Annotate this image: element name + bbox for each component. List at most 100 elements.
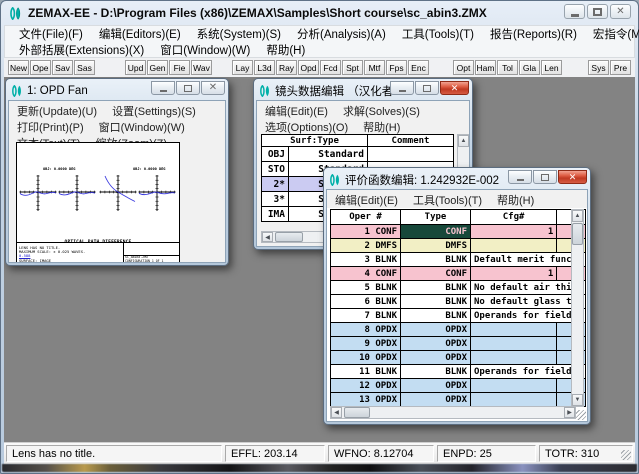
cfg-cell[interactable] xyxy=(471,239,557,253)
merit-close-button[interactable]: ✕ xyxy=(558,170,587,184)
type-cell[interactable]: CONF xyxy=(401,267,471,281)
oper-cell[interactable]: 11 BLNK xyxy=(331,365,401,379)
scroll-down-button[interactable]: ▼ xyxy=(572,394,583,406)
type-cell[interactable]: OPDX xyxy=(401,393,471,407)
merit-minimize-button[interactable] xyxy=(508,170,532,184)
menu-item-r1-2[interactable]: 系统(System)(S) xyxy=(189,26,289,42)
oper-cell[interactable]: 6 BLNK xyxy=(331,295,401,309)
oper-cell[interactable]: 7 BLNK xyxy=(331,309,401,323)
type-cell[interactable]: CONF xyxy=(401,225,471,239)
close-button[interactable]: ✕ xyxy=(610,4,631,19)
oper-cell[interactable]: 4 CONF xyxy=(331,267,401,281)
lens-minimize-button[interactable] xyxy=(390,81,414,95)
toolbar-button-l3d[interactable]: L3d xyxy=(254,60,275,75)
comment-cell[interactable]: No default glass thi xyxy=(471,295,586,309)
menu-item-r2-1[interactable]: 窗口(Window)(W) xyxy=(152,42,258,58)
resize-grip[interactable] xyxy=(621,450,631,460)
type-cell[interactable]: DMFS xyxy=(401,239,471,253)
merit-menu-item-0-1[interactable]: 工具(Tools)(T) xyxy=(413,192,482,208)
toolbar-button-fps[interactable]: Fps xyxy=(386,60,407,75)
cfg-cell[interactable] xyxy=(471,379,557,393)
opd-menu-item-0-0[interactable]: 更新(Update)(U) xyxy=(17,103,97,119)
oper-cell[interactable]: 8 OPDX xyxy=(331,323,401,337)
cfg-cell[interactable] xyxy=(471,351,557,365)
lens-close-button[interactable]: ✕ xyxy=(440,81,469,95)
cfg-cell[interactable] xyxy=(471,393,557,407)
scroll-thumb[interactable] xyxy=(275,232,303,242)
type-cell[interactable]: BLNK xyxy=(401,365,471,379)
merit-menu-item-0-0[interactable]: 编辑(Edit)(E) xyxy=(335,192,398,208)
scroll-left-button[interactable]: ◀ xyxy=(331,407,342,418)
surface-type-cell[interactable]: Standard xyxy=(289,147,368,162)
opd-menu-item-1-1[interactable]: 窗口(Window)(W) xyxy=(99,119,185,135)
menu-item-r1-0[interactable]: 文件(File)(F) xyxy=(11,26,91,42)
toolbar-button-spt[interactable]: Spt xyxy=(342,60,363,75)
surface-comment-cell[interactable] xyxy=(368,147,454,162)
cfg-cell[interactable]: 1 xyxy=(471,225,557,239)
menu-item-r1-1[interactable]: 编辑(Editors)(E) xyxy=(91,26,189,42)
lens-menu-item-1-1[interactable]: 帮助(H) xyxy=(363,119,400,135)
merit-menu-item-0-2[interactable]: 帮助(H) xyxy=(497,192,534,208)
opd-maximize-button[interactable] xyxy=(176,81,200,95)
lens-menu-item-1-0[interactable]: 选项(Options)(O) xyxy=(265,119,348,135)
cfg-cell[interactable] xyxy=(471,337,557,351)
type-cell[interactable]: OPDX xyxy=(401,337,471,351)
cfg-cell[interactable] xyxy=(471,323,557,337)
surface-label-cell[interactable]: STO xyxy=(262,162,289,177)
merit-horizontal-scrollbar[interactable]: ◀ ▶ xyxy=(330,406,576,419)
type-cell[interactable]: BLNK xyxy=(401,295,471,309)
lens-menu-item-0-1[interactable]: 求解(Solves)(S) xyxy=(343,103,420,119)
oper-cell[interactable]: 9 OPDX xyxy=(331,337,401,351)
oper-cell[interactable]: 10 OPDX xyxy=(331,351,401,365)
toolbar-button-wav[interactable]: Wav xyxy=(191,60,212,75)
scroll-thumb[interactable] xyxy=(572,223,583,245)
toolbar-button-fie[interactable]: Fie xyxy=(169,60,190,75)
opd-minimize-button[interactable] xyxy=(151,81,175,95)
maximize-button[interactable] xyxy=(587,4,608,19)
toolbar-button-ope[interactable]: Ope xyxy=(30,60,51,75)
type-cell[interactable]: BLNK xyxy=(401,253,471,267)
toolbar-button-enc[interactable]: Enc xyxy=(408,60,429,75)
opd-menu-item-1-0[interactable]: 打印(Print)(P) xyxy=(17,119,84,135)
menu-item-r2-0[interactable]: 外部括展(Extensions)(X) xyxy=(11,42,152,58)
type-cell[interactable]: OPDX xyxy=(401,379,471,393)
toolbar-button-upd[interactable]: Upd xyxy=(125,60,146,75)
toolbar-button-len[interactable]: Len xyxy=(541,60,562,75)
opd-close-button[interactable]: ✕ xyxy=(201,81,225,95)
oper-cell[interactable]: 3 BLNK xyxy=(331,253,401,267)
type-cell[interactable]: OPDX xyxy=(401,351,471,365)
comment-cell[interactable]: Operands for field 1 xyxy=(471,309,586,323)
toolbar-button-pre[interactable]: Pre xyxy=(610,60,631,75)
toolbar-button-sas[interactable]: Sas xyxy=(74,60,95,75)
toolbar-button-gla[interactable]: Gla xyxy=(519,60,540,75)
scroll-up-button[interactable]: ▲ xyxy=(458,135,469,147)
type-cell[interactable]: BLNK xyxy=(401,281,471,295)
oper-cell[interactable]: 13 OPDX xyxy=(331,393,401,407)
menu-item-r1-4[interactable]: 工具(Tools)(T) xyxy=(394,26,482,42)
toolbar-button-opd[interactable]: Opd xyxy=(298,60,319,75)
lens-maximize-button[interactable] xyxy=(415,81,439,95)
cfg-cell[interactable]: 1 xyxy=(471,267,557,281)
toolbar-button-ham[interactable]: Ham xyxy=(475,60,496,75)
comment-cell[interactable]: Operands for field 2 xyxy=(471,365,586,379)
opd-menu-item-0-1[interactable]: 设置(Settings)(S) xyxy=(112,103,196,119)
toolbar-button-tol[interactable]: Tol xyxy=(497,60,518,75)
merit-vertical-scrollbar[interactable]: ▲ ▼ xyxy=(571,209,584,407)
oper-cell[interactable]: 2 DMFS xyxy=(331,239,401,253)
scroll-right-button[interactable]: ▶ xyxy=(564,407,575,418)
toolbar-button-fcd[interactable]: Fcd xyxy=(320,60,341,75)
type-cell[interactable]: OPDX xyxy=(401,323,471,337)
surface-label-cell[interactable]: 3* xyxy=(262,192,289,207)
toolbar-button-sav[interactable]: Sav xyxy=(52,60,73,75)
oper-cell[interactable]: 1 CONF xyxy=(331,225,401,239)
scroll-up-button[interactable]: ▲ xyxy=(572,210,583,222)
toolbar-button-ray[interactable]: Ray xyxy=(276,60,297,75)
menu-item-r1-3[interactable]: 分析(Analysis)(A) xyxy=(289,26,394,42)
toolbar-button-sys[interactable]: Sys xyxy=(588,60,609,75)
resize-grip[interactable] xyxy=(576,410,586,420)
menu-item-r1-6[interactable]: 宏指令(Macros)(M) xyxy=(585,26,639,42)
oper-cell[interactable]: 12 OPDX xyxy=(331,379,401,393)
toolbar-button-new[interactable]: New xyxy=(8,60,29,75)
type-cell[interactable]: BLNK xyxy=(401,309,471,323)
surface-label-cell[interactable]: 2* xyxy=(262,177,289,192)
